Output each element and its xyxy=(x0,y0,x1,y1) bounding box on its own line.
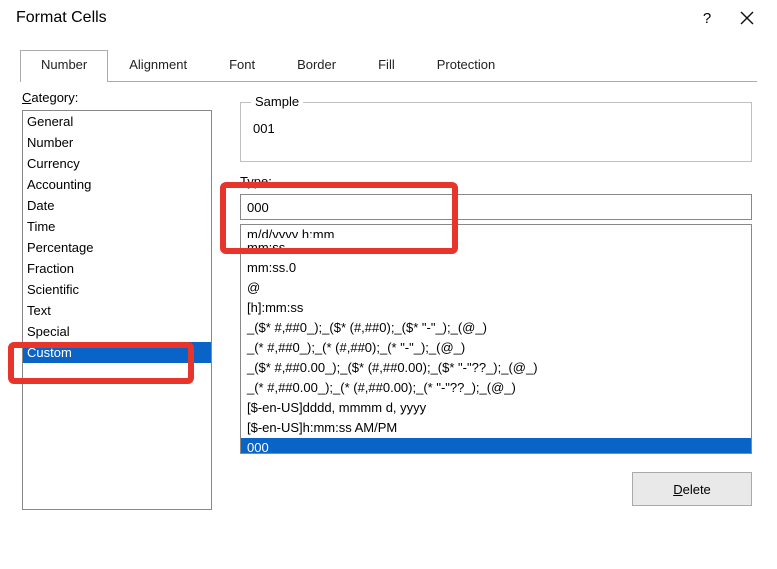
category-item-fraction[interactable]: Fraction xyxy=(23,258,211,279)
tab-font[interactable]: Font xyxy=(208,50,276,82)
format-item[interactable]: [$-en-US]h:mm:ss AM/PM xyxy=(241,418,751,438)
format-item[interactable]: @ xyxy=(241,278,751,298)
tab-fill[interactable]: Fill xyxy=(357,50,416,82)
category-item-special[interactable]: Special xyxy=(23,321,211,342)
sample-value: 001 xyxy=(241,103,751,136)
category-item-number[interactable]: Number xyxy=(23,132,211,153)
format-item[interactable]: mm:ss xyxy=(241,238,751,258)
close-button[interactable] xyxy=(727,3,767,33)
category-item-scientific[interactable]: Scientific xyxy=(23,279,211,300)
category-item-general[interactable]: General xyxy=(23,111,211,132)
format-item[interactable]: [$-en-US]dddd, mmmm d, yyyy xyxy=(241,398,751,418)
category-item-custom[interactable]: Custom xyxy=(23,342,211,363)
format-item-selected[interactable]: 000 xyxy=(241,438,751,454)
format-item[interactable]: mm:ss.0 xyxy=(241,258,751,278)
category-item-percentage[interactable]: Percentage xyxy=(23,237,211,258)
format-item[interactable]: _($* #,##0_);_($* (#,##0);_($* "-"_);_(@… xyxy=(241,318,751,338)
close-icon xyxy=(740,11,754,25)
category-item-currency[interactable]: Currency xyxy=(23,153,211,174)
format-item[interactable]: m/d/yyyy h:mm xyxy=(241,225,751,238)
sample-label: Sample xyxy=(251,94,303,109)
format-item[interactable]: _($* #,##0.00_);_($* (#,##0.00);_($* "-"… xyxy=(241,358,751,378)
category-item-accounting[interactable]: Accounting xyxy=(23,174,211,195)
type-input[interactable] xyxy=(240,194,752,220)
tab-protection[interactable]: Protection xyxy=(416,50,517,82)
tab-alignment[interactable]: Alignment xyxy=(108,50,208,82)
format-item[interactable]: [h]:mm:ss xyxy=(241,298,751,318)
category-list[interactable]: General Number Currency Accounting Date … xyxy=(22,110,212,510)
category-item-time[interactable]: Time xyxy=(23,216,211,237)
category-item-date[interactable]: Date xyxy=(23,195,211,216)
tab-strip: Number Alignment Font Border Fill Protec… xyxy=(20,50,777,82)
category-item-text[interactable]: Text xyxy=(23,300,211,321)
format-item[interactable]: _(* #,##0_);_(* (#,##0);_(* "-"_);_(@_) xyxy=(241,338,751,358)
category-label: Category: xyxy=(22,90,78,105)
help-button[interactable]: ? xyxy=(687,3,727,33)
tab-border[interactable]: Border xyxy=(276,50,357,82)
tab-number[interactable]: Number xyxy=(20,50,108,82)
titlebar: Format Cells ? xyxy=(0,0,777,36)
sample-group: Sample 001 xyxy=(240,102,752,162)
type-label: Type: xyxy=(240,174,272,189)
window-title: Format Cells xyxy=(16,9,107,27)
format-list[interactable]: m/d/yyyy h:mm mm:ss mm:ss.0 @ [h]:mm:ss … xyxy=(240,224,752,454)
format-item[interactable]: _(* #,##0.00_);_(* (#,##0.00);_(* "-"??_… xyxy=(241,378,751,398)
delete-button[interactable]: Delete xyxy=(632,472,752,506)
